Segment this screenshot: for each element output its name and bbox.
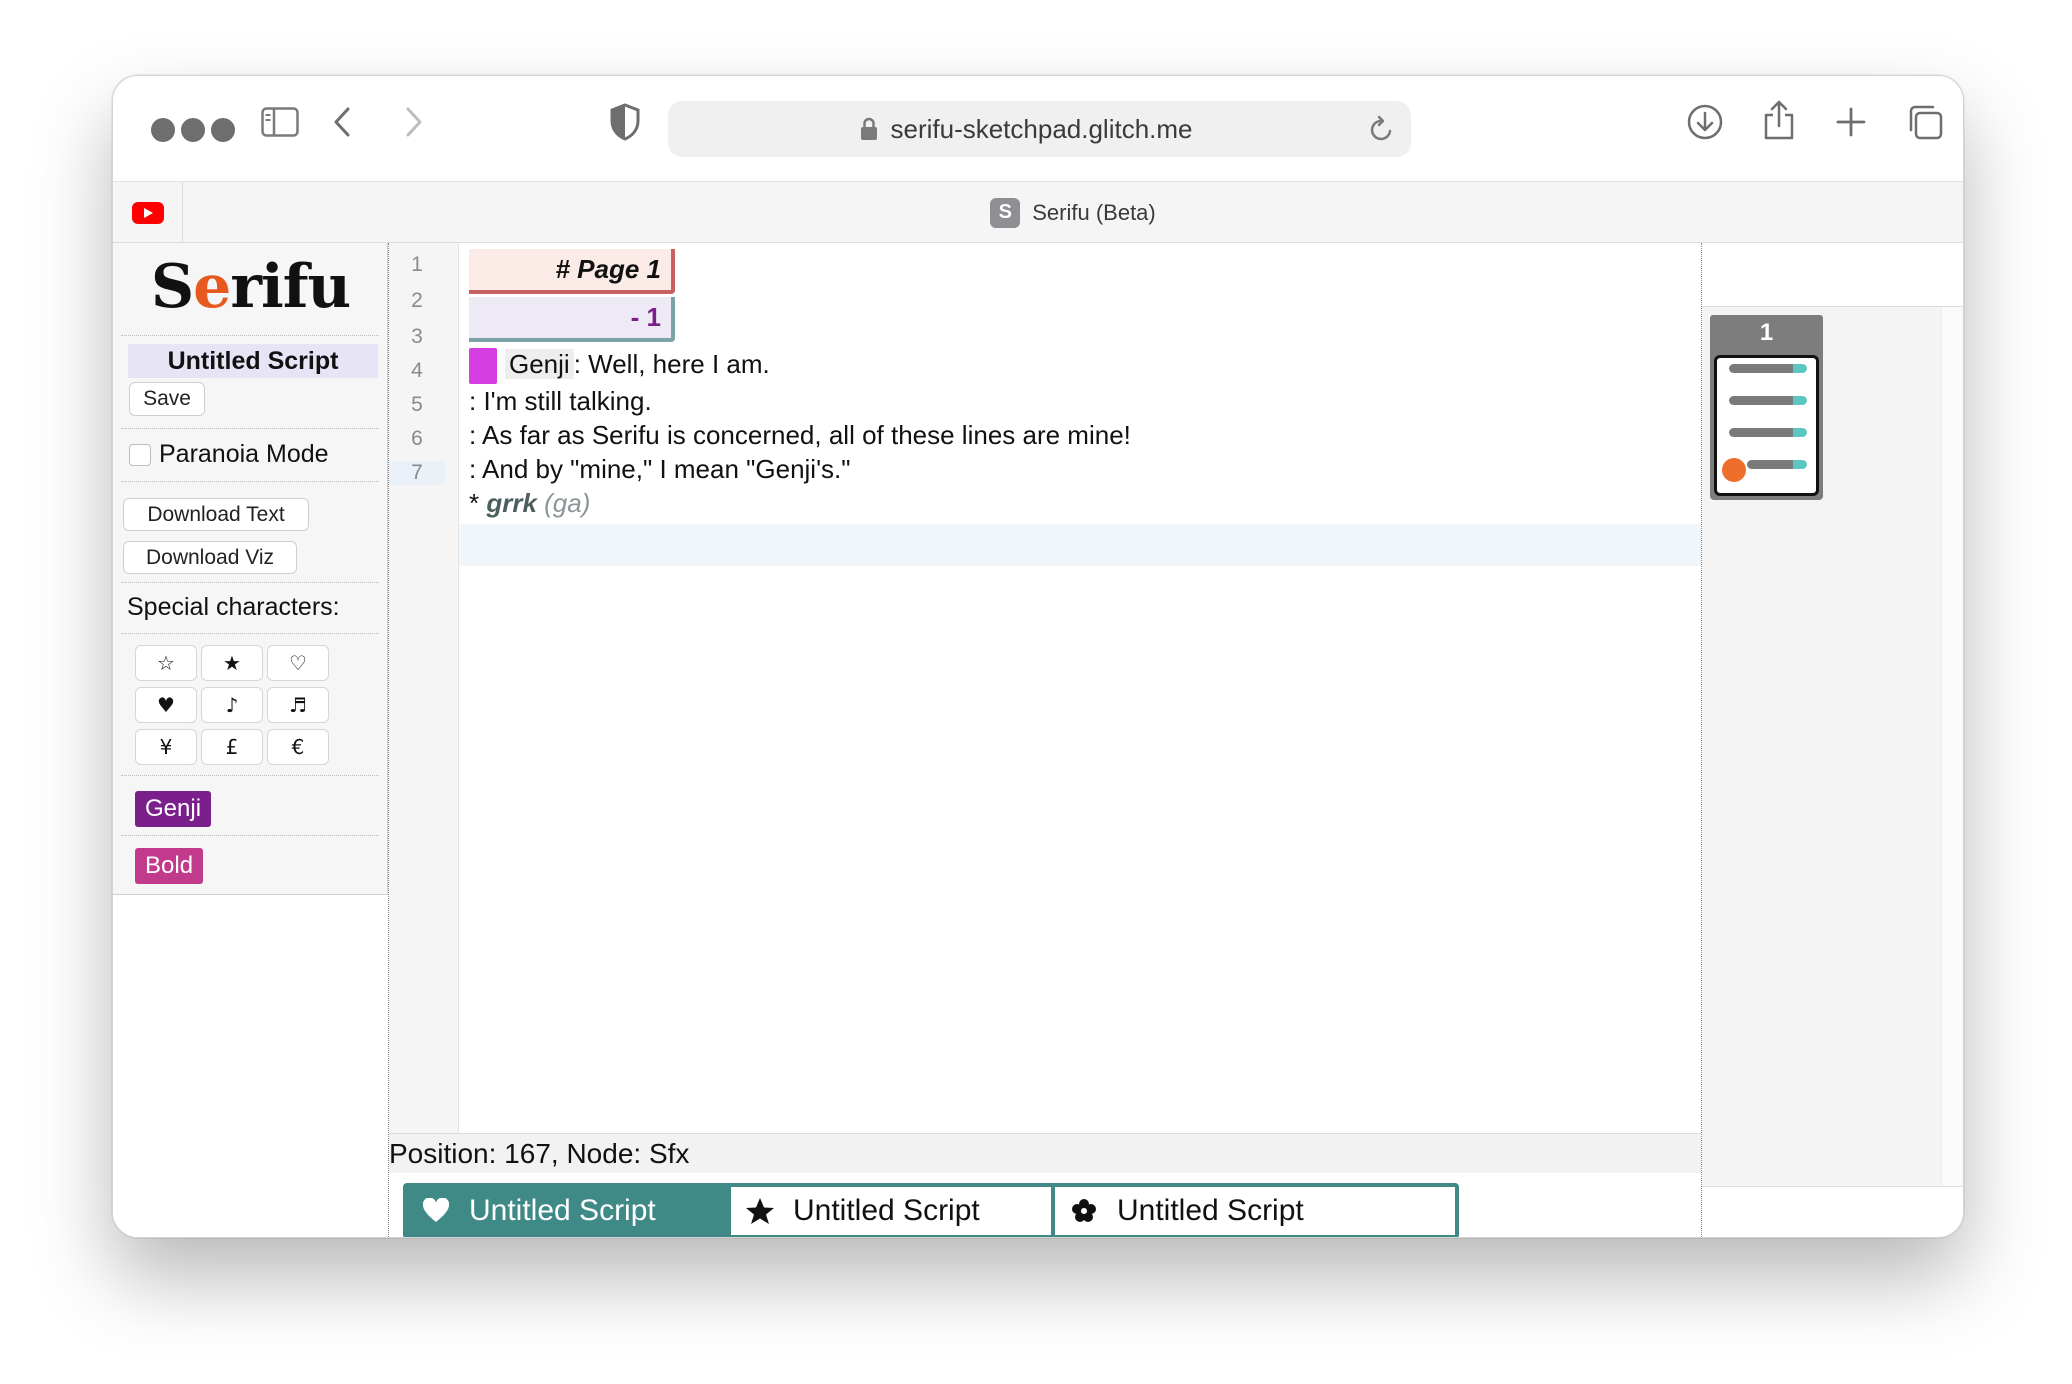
paranoia-mode-toggle[interactable]: Paranoia Mode <box>129 440 329 469</box>
divider <box>121 481 379 482</box>
divider <box>121 428 379 429</box>
sfx-reading: (ga) <box>536 488 591 518</box>
dialogue-line-5[interactable]: : As far as Serifu is concerned, all of … <box>469 417 1131 453</box>
youtube-icon <box>131 201 164 224</box>
black-star-char-button[interactable]: ★ <box>201 645 263 681</box>
beamed-notes-char-button[interactable]: ♬ <box>267 687 329 723</box>
paranoia-checkbox[interactable] <box>129 443 151 466</box>
download-viz-button[interactable]: Download Viz <box>123 541 297 574</box>
url-text: serifu-sketchpad.glitch.me <box>890 113 1193 144</box>
sfx-line-7[interactable]: * grrk (ga) <box>469 485 590 521</box>
special-characters-grid: ☆ ★ ♡ ♥ ♪ ♬ ¥ £ € <box>135 645 329 765</box>
panel-preview <box>1714 355 1819 496</box>
share-icon[interactable] <box>1759 96 1799 144</box>
eighth-note-char-button[interactable]: ♪ <box>201 687 263 723</box>
overview-scrollbar[interactable] <box>1941 307 1963 1186</box>
sfx-marker: * <box>469 488 487 518</box>
tab-title: Serifu (Beta) <box>1032 199 1156 225</box>
close-window-button[interactable] <box>151 118 175 142</box>
panel-marker-line[interactable]: - 1 <box>469 297 675 342</box>
sfx-text: grrk <box>486 488 537 518</box>
address-bar[interactable]: serifu-sketchpad.glitch.me <box>668 101 1411 157</box>
page-thumbnail-body <box>1710 351 1823 500</box>
page-content: Se rifu Untitled Script Save Paranoia Mod… <box>113 243 1963 1237</box>
browser-toolbar: serifu-sketchpad.glitch.me <box>113 76 1963 181</box>
character-color-swatch <box>469 348 497 385</box>
tab-serifu[interactable]: S Serifu (Beta) <box>183 182 1963 243</box>
script-title[interactable]: Untitled Script <box>128 344 378 378</box>
active-line-highlight <box>389 524 1701 566</box>
black-heart-char-button[interactable]: ♥ <box>135 687 197 723</box>
page-thumbnail[interactable]: 1 <box>1710 315 1823 500</box>
euro-char-button[interactable]: € <box>267 729 329 765</box>
dialogue-line-4[interactable]: : I'm still talking. <box>469 383 652 419</box>
page-overview-panel: 1 <box>1702 307 1963 1187</box>
logo-letter-s: S <box>150 252 194 322</box>
divider <box>121 775 379 776</box>
reload-icon[interactable] <box>1369 115 1395 150</box>
yen-char-button[interactable]: ¥ <box>135 729 197 765</box>
forward-icon[interactable] <box>399 102 429 142</box>
browser-window: serifu-sketchpad.glitch.me S Serifu (Bet… <box>112 75 1964 1238</box>
back-icon[interactable] <box>327 102 357 142</box>
script-editor[interactable]: 1 2 3 4 5 6 7 # Page 1 - 1 Genji: Well, … <box>388 243 1702 1237</box>
shield-icon[interactable] <box>605 100 645 144</box>
tab-favicon: S <box>990 197 1021 228</box>
white-heart-char-button[interactable]: ♡ <box>267 645 329 681</box>
script-tab-label: Untitled Script <box>793 1194 980 1227</box>
line-number: 1 <box>411 253 423 276</box>
white-star-char-button[interactable]: ☆ <box>135 645 197 681</box>
download-icon[interactable] <box>1683 100 1727 144</box>
page-heading-line[interactable]: # Page 1 <box>469 249 675 294</box>
script-tab-label: Untitled Script <box>469 1194 656 1227</box>
page-thumbnail-number: 1 <box>1710 315 1823 351</box>
sidebar-icon[interactable] <box>260 102 300 142</box>
download-text-button[interactable]: Download Text <box>123 498 309 531</box>
balloon-bar <box>1729 428 1807 437</box>
logo-letter-e: e <box>193 252 231 322</box>
dialogue-line-3[interactable]: Genji: Well, here I am. <box>469 346 770 385</box>
script-tab-3[interactable]: Untitled Script <box>1051 1183 1459 1237</box>
divider <box>121 335 379 336</box>
save-button[interactable]: Save <box>129 382 205 416</box>
balloon-bar <box>1729 396 1807 405</box>
character-name: Genji <box>505 349 574 379</box>
line-number-active: 7 <box>389 461 445 485</box>
special-characters-label: Special characters: <box>127 593 340 621</box>
line-number: 4 <box>411 359 423 382</box>
line-number: 2 <box>411 289 423 312</box>
star-icon <box>743 1197 777 1225</box>
divider <box>121 582 379 583</box>
tab-overview-icon[interactable] <box>1903 100 1947 144</box>
serifu-logo: Se rifu <box>113 251 388 323</box>
line-number-gutter: 1 2 3 4 5 6 7 <box>389 243 459 1133</box>
right-panel-header <box>1702 243 1963 307</box>
dialogue-line-6[interactable]: : And by "mine," I mean "Genji's." <box>469 451 851 487</box>
paranoia-label: Paranoia Mode <box>159 440 329 468</box>
sidebar: Se rifu Untitled Script Save Paranoia Mod… <box>113 243 388 895</box>
logo-letters-rest: rifu <box>230 252 351 322</box>
flower-icon <box>1067 1198 1101 1224</box>
new-tab-icon[interactable] <box>1831 100 1871 144</box>
divider <box>121 633 379 634</box>
sfx-dot <box>1722 458 1746 482</box>
line-number: 3 <box>411 325 423 348</box>
line-number: 5 <box>411 393 423 416</box>
zoom-window-button[interactable] <box>211 118 235 142</box>
dialogue-text: : Well, here I am. <box>573 349 770 379</box>
divider <box>121 835 379 836</box>
tab-strip: S Serifu (Beta) <box>113 181 1963 243</box>
balloon-bar <box>1747 460 1807 469</box>
heart-icon <box>419 1198 453 1224</box>
pound-char-button[interactable]: £ <box>201 729 263 765</box>
minimize-window-button[interactable] <box>181 118 205 142</box>
script-tab-label: Untitled Script <box>1117 1194 1304 1227</box>
editor-status-bar: Position: 167, Node: Sfx <box>389 1133 1701 1173</box>
balloon-bar <box>1729 364 1807 373</box>
tag-bold[interactable]: Bold <box>135 848 204 884</box>
tag-genji[interactable]: Genji <box>135 791 212 827</box>
line-number: 6 <box>411 427 423 450</box>
lock-icon <box>860 117 878 148</box>
pinned-tab-youtube[interactable] <box>113 182 183 243</box>
